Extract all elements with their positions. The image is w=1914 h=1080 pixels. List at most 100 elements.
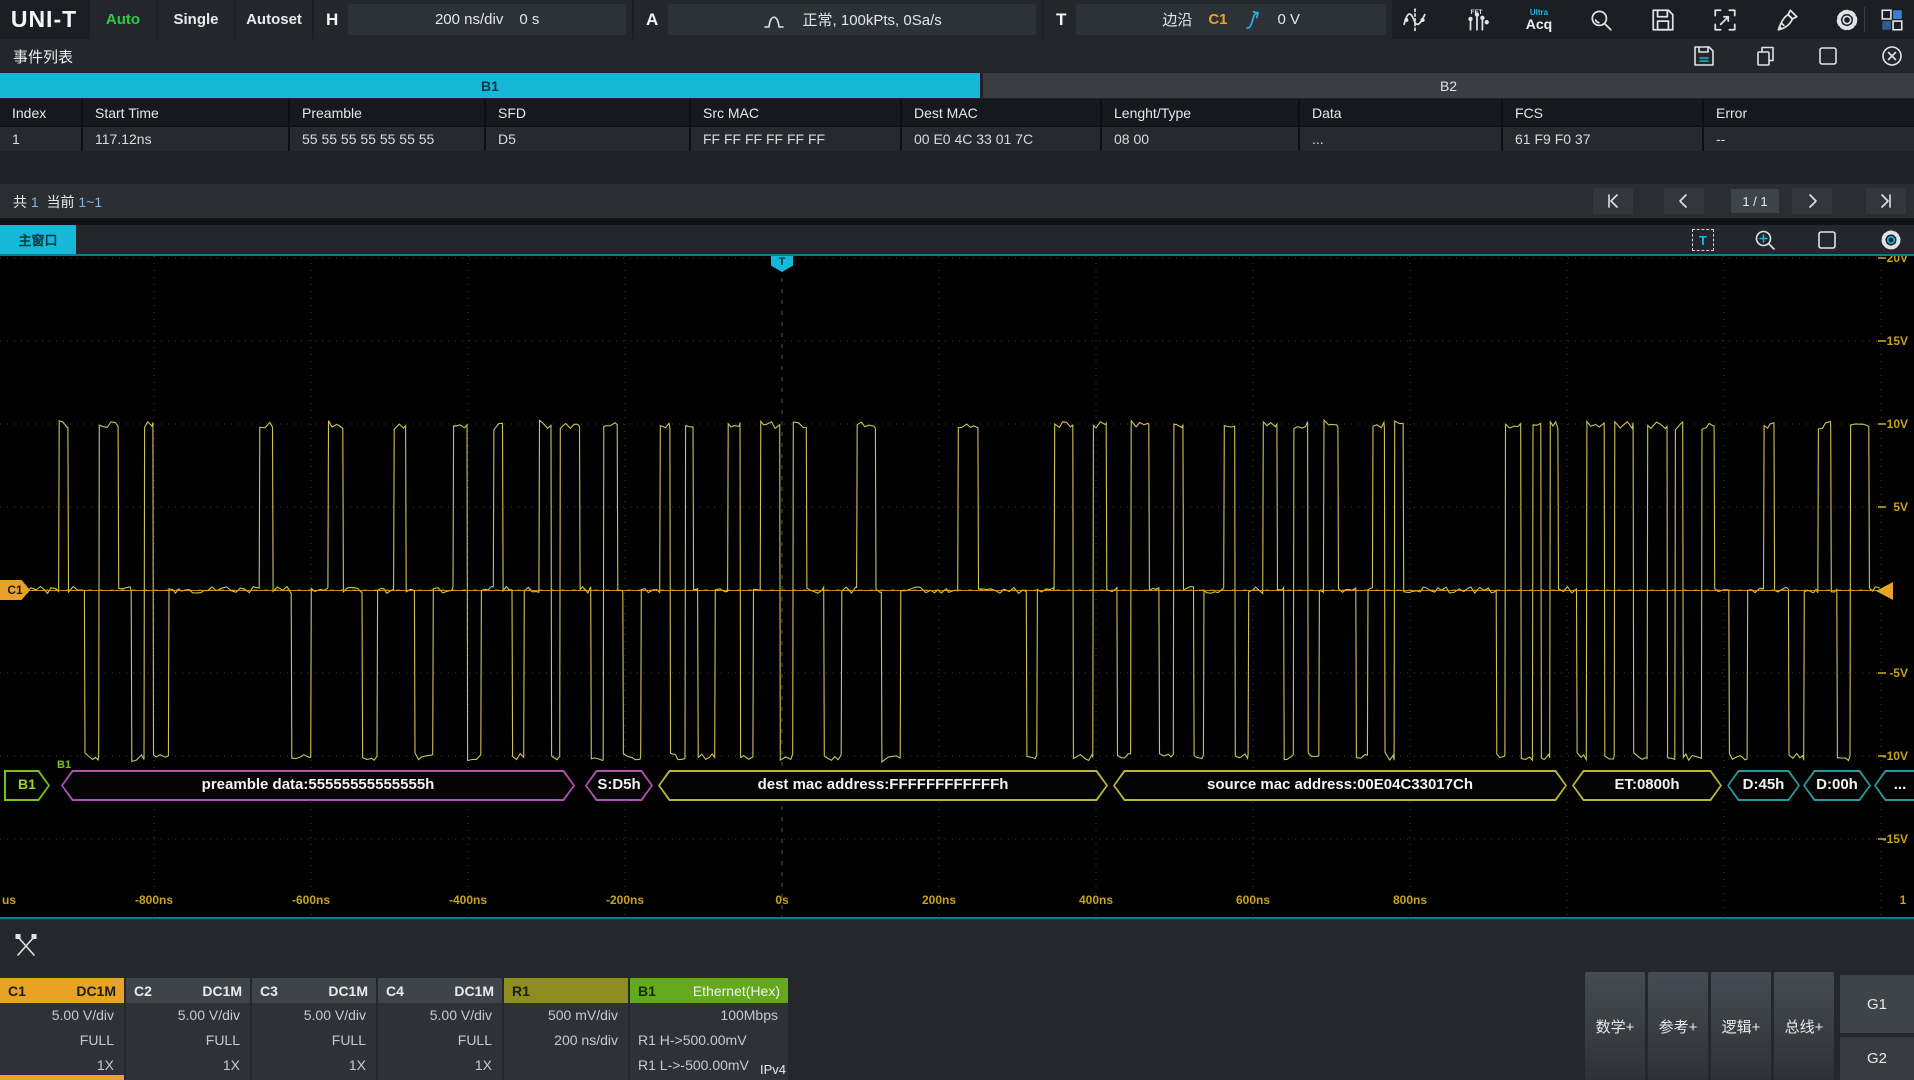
acquire-status: 正常, 100kPts, 0Sa/s [803,9,942,30]
channel-bandwidth: FULL [252,1028,376,1053]
first-page-icon[interactable] [1593,188,1633,214]
g2-button[interactable]: G2 [1840,1037,1914,1080]
channel-card-c4[interactable]: C4DC1M 5.00 V/div FULL 1X [378,978,502,1080]
voltage-tick [1878,506,1886,508]
selected-channel-indicator [0,1075,124,1080]
decode-segment: ET:0800h [1572,770,1722,801]
top-toolbar: UNI-T Auto Single Autoset H 200 ns/div 0… [0,0,1914,41]
reference-add-button[interactable]: 参考+ [1648,972,1708,1080]
next-page-icon[interactable] [1792,188,1832,214]
trigger-label-icon[interactable]: T [1690,227,1716,253]
channel-coupling: DC1M [202,983,242,999]
math-add-button[interactable]: 数学+ [1585,972,1645,1080]
c1-waveform-trace [0,256,1914,917]
timebase-box[interactable]: 200 ns/div 0 s [348,4,626,35]
tab-b2[interactable]: B2 [983,73,1914,98]
channel-coupling: DC1M [328,983,368,999]
decode-segment: S:D5h [585,770,653,801]
channel-cards: C1DC1M 5.00 V/div FULL 1X C2DC1M 5.00 V/… [0,978,790,1080]
column-header: Start Time [81,99,288,126]
bus-id: B1 [638,983,656,999]
reference-id: R1 [512,983,530,999]
ultra-acq-icon[interactable]: UltraAcq [1523,4,1555,36]
cell-error: -- [1702,127,1914,151]
acquire-box[interactable]: 正常, 100kPts, 0Sa/s [668,4,1036,35]
voltage-label: 10V [1887,417,1908,431]
voltage-tick [1878,838,1886,840]
c1-zero-level-line [0,590,1880,591]
event-count-summary: 共 1 当前 1~1 [13,192,102,212]
single-button[interactable]: Single [158,0,234,39]
cell-preamble: 55 55 55 55 55 55 55 [288,127,484,151]
cell-dest-mac: 00 E0 4C 33 01 7C [900,127,1100,151]
waveform-plot[interactable]: T C1 20V15V10V5V-5V-10V-15V us-800ns-600… [0,256,1914,917]
bus-b1-tag[interactable]: B1 [4,770,50,801]
acquire-label: A [646,10,658,30]
prev-page-icon[interactable] [1664,188,1704,214]
search-icon[interactable] [1585,4,1617,36]
channel-scale: 5.00 V/div [252,1003,376,1028]
cell-data: ... [1298,127,1501,151]
channel-card-c2[interactable]: C2DC1M 5.00 V/div FULL 1X [126,978,250,1080]
column-header: FCS [1501,99,1702,126]
maximize-window-icon[interactable] [1814,227,1840,253]
trigger-box[interactable]: 边沿 C1 0 V [1076,4,1386,35]
channel-card-c1[interactable]: C1DC1M 5.00 V/div FULL 1X [0,978,124,1080]
last-page-icon[interactable] [1866,188,1906,214]
horizontal-offset-value: 0 s [519,11,539,28]
column-header: Data [1298,99,1501,126]
cell-index: 1 [0,127,81,151]
settings-icon[interactable] [1878,227,1904,253]
channel-card-c3[interactable]: C3DC1M 5.00 V/div FULL 1X [252,978,376,1080]
time-label: -400ns [449,893,487,907]
bus-decode-row: B1 B1 preamble data:55555555555555hS:D5h… [0,768,1914,804]
table-row[interactable]: 1 117.12ns 55 55 55 55 55 55 55 D5 FF FF… [0,126,1914,151]
time-label: 1 [1900,893,1907,907]
copy-icon[interactable] [1752,42,1780,70]
trigger-level-marker[interactable] [1876,582,1893,600]
bus-b1-mini-label: B1 [57,759,71,771]
bus-tabs: B1 B2 [0,73,1914,98]
annotate-pencil-icon[interactable] [12,930,40,962]
bus-add-button[interactable]: 总线+ [1774,972,1834,1080]
reference-card-r1[interactable]: R1 500 mV/div 200 ns/div [504,978,628,1080]
cursor-measure-icon[interactable] [1399,4,1431,36]
event-list-titlebar: 事件列表 [0,39,1914,72]
layout-icon[interactable] [1876,4,1908,36]
save-icon[interactable] [1647,4,1679,36]
time-label: 800ns [1393,893,1427,907]
event-list-panel: 事件列表 B1 B2 Index Start Time Preamble [0,39,1914,218]
bus-protocol: Ethernet(Hex) [693,983,780,999]
logic-add-button[interactable]: 逻辑+ [1711,972,1771,1080]
decode-segment: dest mac address:FFFFFFFFFFFFh [658,770,1108,801]
channel-probe: 1X [378,1053,502,1078]
voltage-tick [1878,257,1886,259]
decode-segment-label: source mac address:00E04C33017Ch [1113,770,1567,800]
close-icon[interactable] [1878,42,1906,70]
zoom-in-icon[interactable] [1752,227,1778,253]
settings-icon[interactable] [1831,4,1863,36]
page-indicator: 1 / 1 [1731,189,1779,213]
fft-icon[interactable]: FFT [1461,4,1493,36]
tab-b1[interactable]: B1 [0,73,980,98]
maximize-window-icon[interactable] [1814,42,1842,70]
autoset-button[interactable]: Autoset [236,0,312,39]
bus-card-b1[interactable]: B1Ethernet(Hex) 100Mbps R1 H->500.00mV R… [630,978,788,1080]
voltage-label: -5V [1889,666,1908,680]
tab-main-window[interactable]: 主窗口 [0,225,76,254]
g1-button[interactable]: G1 [1840,975,1914,1033]
cell-length-type: 08 00 [1100,127,1298,151]
decode-segment: ... [1874,770,1914,801]
clear-icon[interactable] [1771,4,1803,36]
bus-speed: 100Mbps [630,1003,788,1028]
trigger-group: T 边沿 C1 0 V [1044,0,1392,39]
column-header: Lenght/Type [1100,99,1298,126]
event-list-title: 事件列表 [13,46,73,67]
voltage-label: -10V [1883,749,1908,763]
export-save-icon[interactable] [1690,42,1718,70]
screenshot-icon[interactable] [1709,4,1741,36]
decode-segment-label: ... [1874,770,1914,800]
horizontal-group: H 200 ns/div 0 s [314,0,632,39]
column-header: Error [1702,99,1914,126]
run-mode-button[interactable]: Auto [90,0,156,39]
